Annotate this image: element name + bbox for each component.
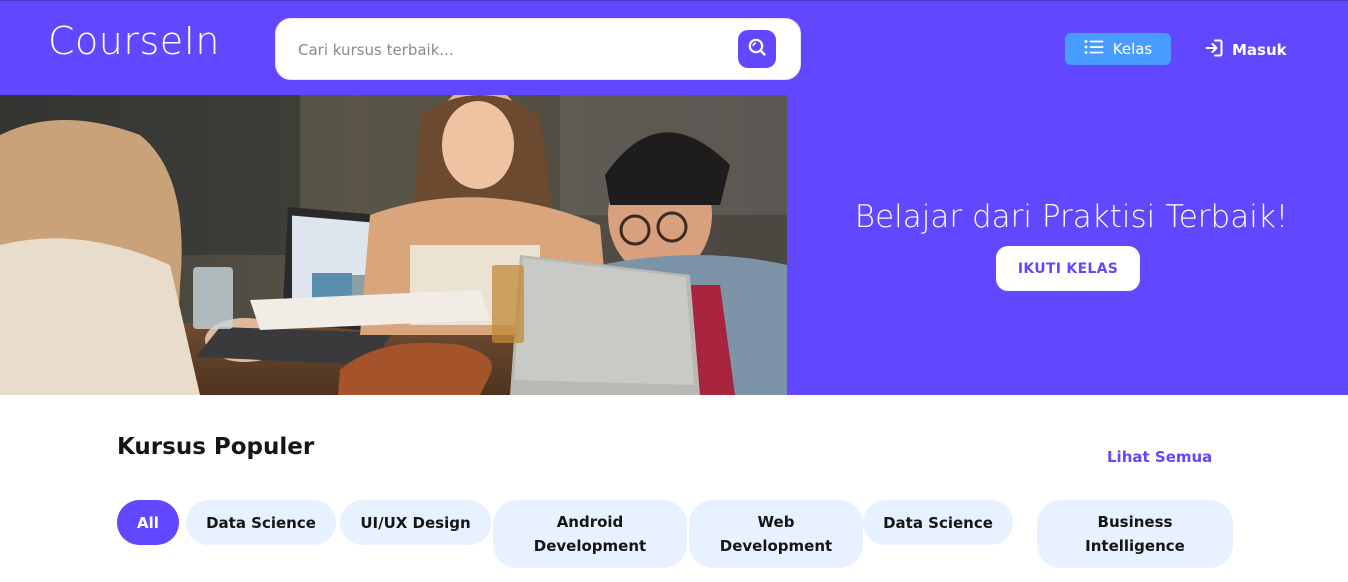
hero-image xyxy=(0,95,787,395)
search-input[interactable] xyxy=(298,37,738,63)
app-logo[interactable]: CourseIn xyxy=(48,19,220,63)
login-button[interactable]: Masuk xyxy=(1204,38,1287,62)
search-button[interactable] xyxy=(738,30,776,68)
kelas-button[interactable]: Kelas xyxy=(1065,33,1171,65)
hero-title: Belajar dari Praktisi Terbaik! xyxy=(854,199,1289,235)
join-class-button[interactable]: IKUTI KELAS xyxy=(996,246,1140,291)
category-chip[interactable]: Android Development xyxy=(493,500,687,568)
list-icon xyxy=(1084,39,1104,59)
search-icon xyxy=(747,37,767,61)
search-bar xyxy=(275,18,801,80)
category-chip[interactable]: Data Science xyxy=(863,500,1013,545)
category-chip-all[interactable]: All xyxy=(117,500,179,545)
section-title: Kursus Populer xyxy=(117,434,315,460)
kelas-label: Kelas xyxy=(1112,40,1153,58)
category-chip[interactable]: Web Development xyxy=(689,500,863,568)
top-navbar: CourseIn Kelas xyxy=(0,0,1348,95)
login-icon xyxy=(1204,38,1224,62)
hero-panel: Belajar dari Praktisi Terbaik! IKUTI KEL… xyxy=(787,95,1348,395)
login-label: Masuk xyxy=(1232,41,1287,59)
category-chip[interactable]: UI/UX Design xyxy=(340,500,491,545)
category-chip[interactable]: Business Intelligence xyxy=(1037,500,1233,568)
category-chip[interactable]: Data Science xyxy=(186,500,336,545)
see-all-link[interactable]: Lihat Semua xyxy=(1107,448,1212,466)
